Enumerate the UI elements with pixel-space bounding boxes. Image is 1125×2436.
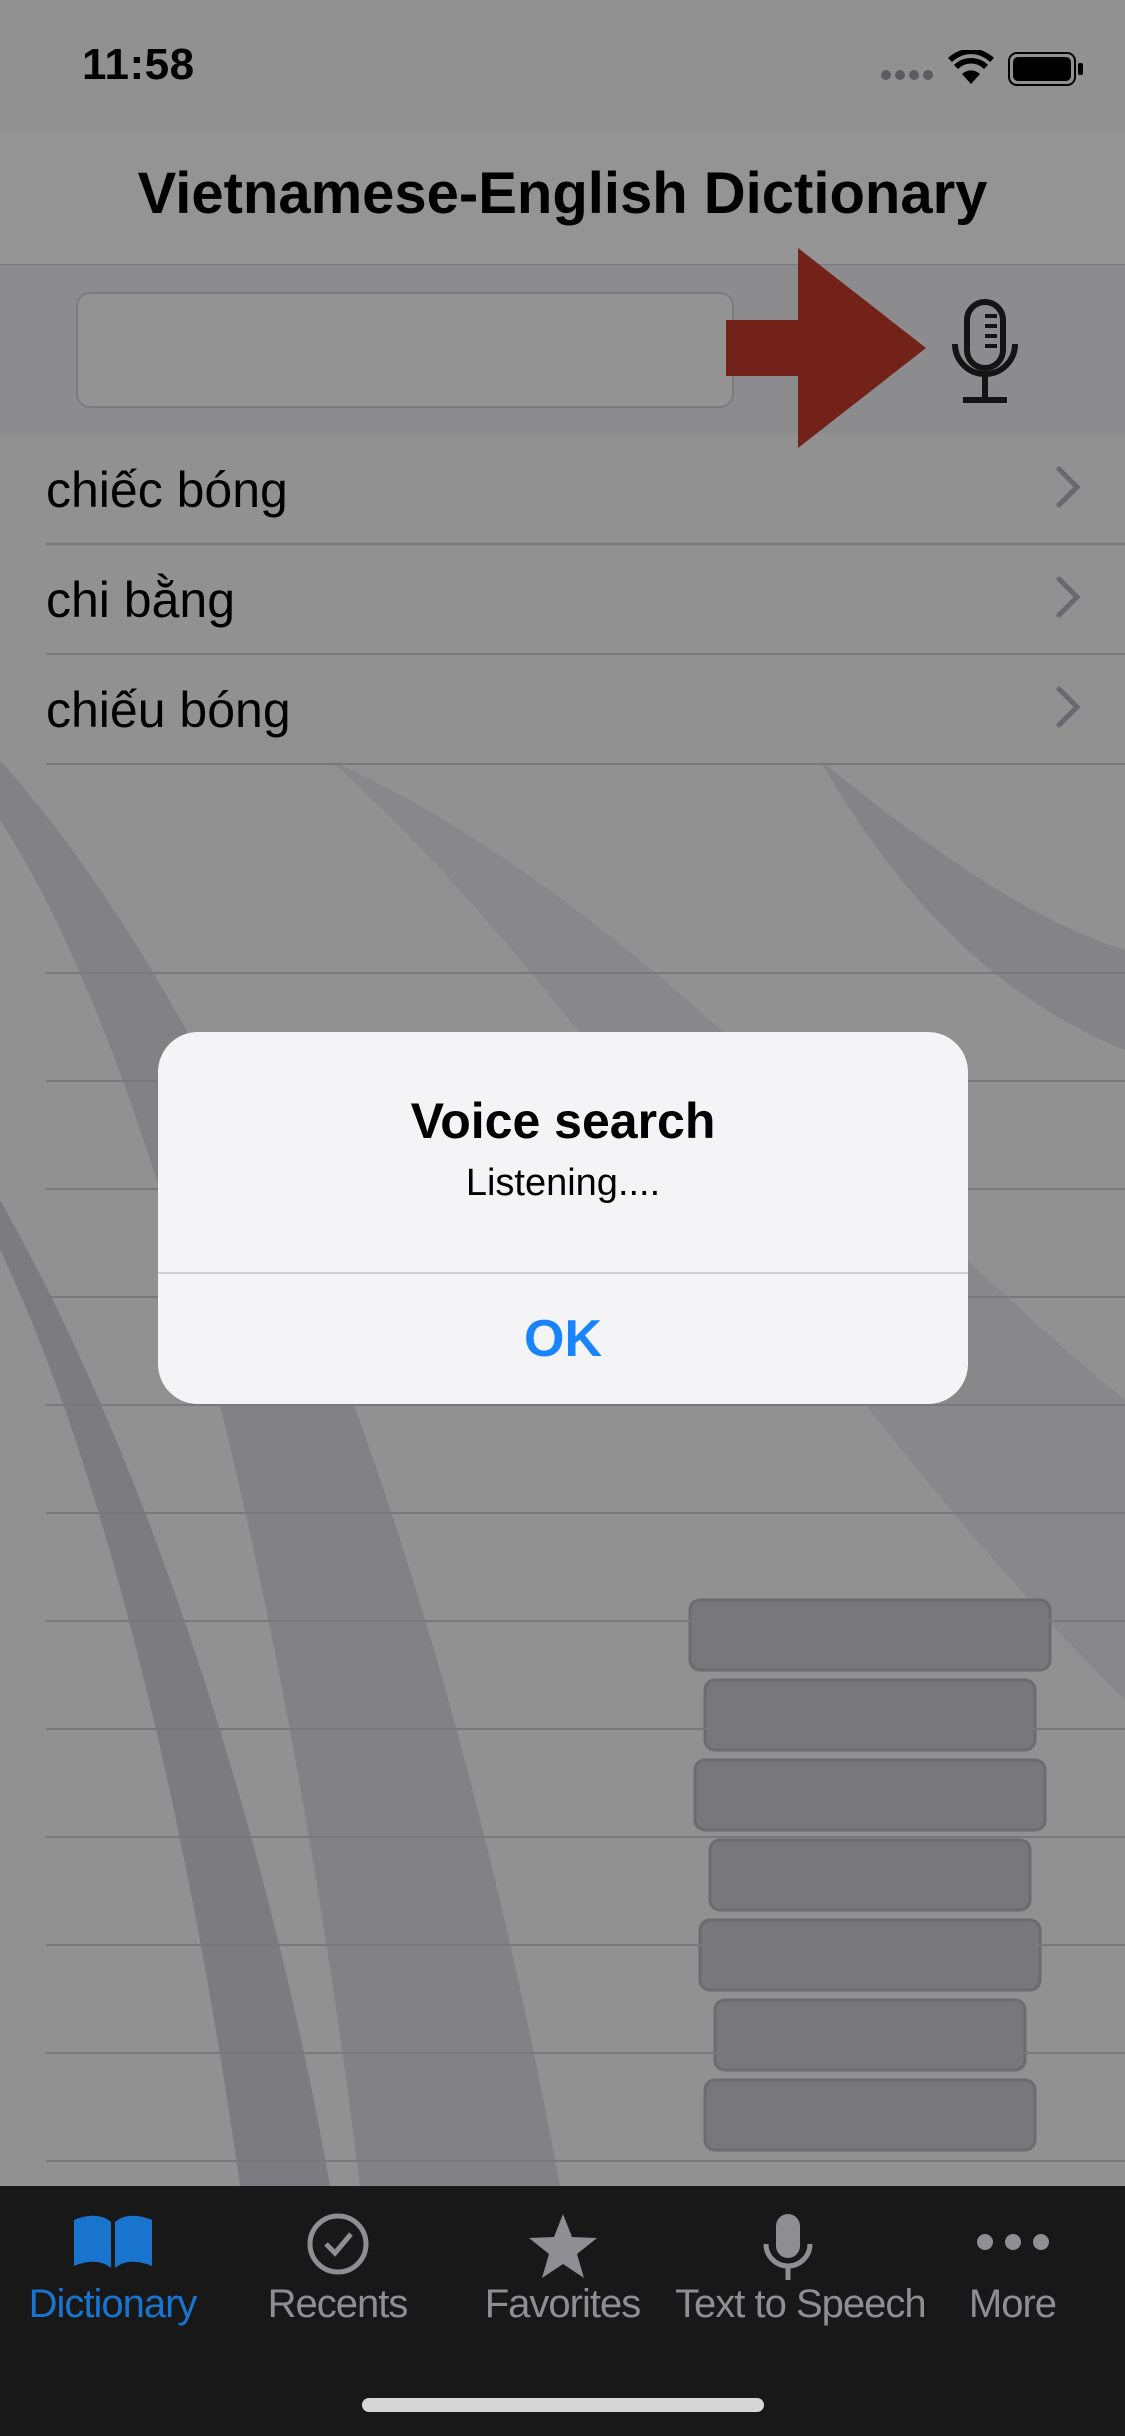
- tab-label: More: [968, 2282, 1057, 2326]
- tab-recents[interactable]: Recents: [225, 2186, 450, 2346]
- home-indicator: [362, 2398, 764, 2412]
- voice-search-alert: Voice search Listening.... OK: [158, 1032, 968, 1404]
- book-icon: [70, 2212, 156, 2272]
- alert-message: Listening....: [465, 1162, 661, 1204]
- tab-label: Favorites: [484, 2282, 642, 2326]
- tab-label: Dictionary: [28, 2282, 198, 2326]
- ok-button[interactable]: OK: [158, 1274, 968, 1404]
- star-icon: [527, 2212, 599, 2280]
- tab-label: Text to Speech: [675, 2282, 927, 2326]
- tab-text-to-speech[interactable]: Text to Speech: [675, 2186, 927, 2346]
- tab-more[interactable]: More: [900, 2186, 1125, 2346]
- more-dots-icon: [975, 2212, 1051, 2272]
- clock-icon: [306, 2212, 370, 2276]
- tab-favorites[interactable]: Favorites: [450, 2186, 675, 2346]
- alert-title: Voice search: [410, 1093, 716, 1149]
- microphone-icon: [758, 2212, 818, 2282]
- tab-dictionary[interactable]: Dictionary: [0, 2186, 225, 2346]
- tab-label: Recents: [267, 2282, 409, 2326]
